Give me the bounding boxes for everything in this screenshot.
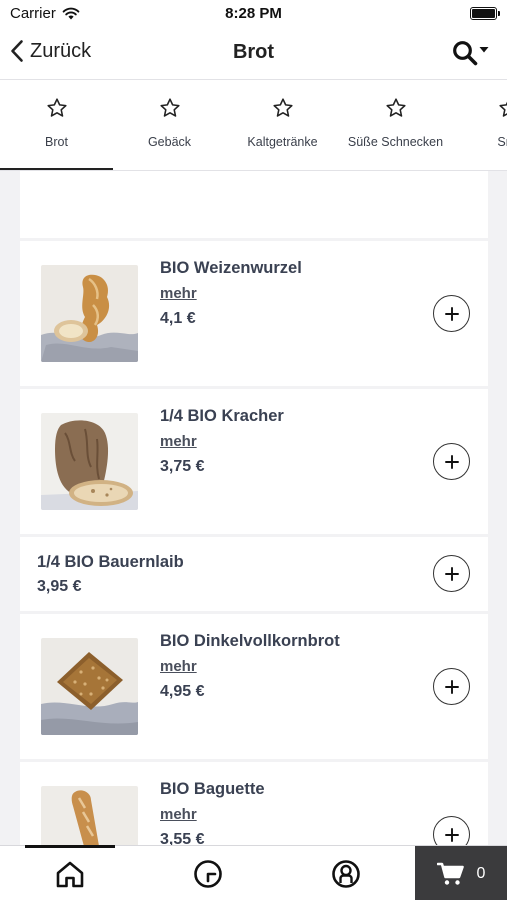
battery-icon [470,7,500,20]
navigation-bar: Zurück Brot [0,28,507,80]
profile-tab[interactable] [302,846,390,900]
home-tab[interactable] [26,846,114,900]
cart-count: 0 [476,864,486,882]
plus-icon [444,827,459,842]
star-outline-icon [159,98,180,117]
tab-label: Kaltgetränke [247,135,318,149]
bottom-tab-bar: 0 [0,845,507,900]
product-card[interactable]: BIO Baguette mehr 3,55 € [20,762,488,846]
product-name: 1/4 BIO Bauernlaib [37,553,184,571]
add-to-cart-button[interactable] [433,443,470,480]
page-title: Brot [232,41,275,63]
category-tabs: Brot Gebäck Kaltgetränke Süße Schnecken … [0,80,507,171]
product-price: 3,55 € [160,831,205,846]
tab-label: Süße Schnecken [347,135,444,149]
tab-kaltgetraenke[interactable]: Kaltgetränke [226,80,339,170]
kracher-bread-image [41,413,138,510]
tab-snacks[interactable]: Sna [452,80,507,170]
product-price: 3,75 € [160,458,205,475]
status-time: 8:28 PM [225,5,282,22]
star-outline-icon [498,100,507,117]
cart-icon [436,862,464,885]
home-icon [56,861,84,887]
add-to-cart-button[interactable] [433,555,470,592]
product-image [41,265,138,362]
dinkel-bread-image [41,638,138,735]
product-image [41,413,138,510]
product-card[interactable]: BIO Dinkelvollkornbrot mehr 4,95 € [20,614,488,759]
product-card[interactable]: BIO Weizenwurzel mehr 4,1 € [20,241,488,386]
baguette-bread-image [41,786,138,846]
add-to-cart-button[interactable] [433,816,470,846]
tab-label: Gebäck [147,135,192,149]
profile-icon [332,859,360,888]
add-to-cart-button[interactable] [433,295,470,332]
more-link[interactable]: mehr [160,285,197,302]
product-price: 4,1 € [160,310,196,327]
more-link[interactable]: mehr [160,658,197,675]
caret-down-icon [479,47,489,53]
weizenwurzel-bread-image [41,265,138,362]
clock-icon [194,859,222,888]
tab-label: Sna [497,135,507,149]
plus-icon [444,679,459,694]
add-to-cart-button[interactable] [433,668,470,705]
tab-gebaeck[interactable]: Gebäck [113,80,226,170]
more-link[interactable]: mehr [160,433,197,450]
product-name: BIO Weizenwurzel [160,259,302,277]
tab-label: Brot [45,135,68,149]
plus-icon [444,306,459,321]
product-name: BIO Dinkelvollkornbrot [160,632,340,650]
product-price: 4,95 € [160,683,205,700]
plus-icon [444,454,459,469]
product-price: 3,95 € [37,578,82,595]
product-card[interactable]: 1/4 BIO Bauernlaib 3,95 € [20,537,488,611]
cart-button[interactable]: 0 [415,846,507,900]
search-button[interactable] [452,40,489,66]
history-tab[interactable] [164,846,252,900]
product-list[interactable]: BIO Weizenwurzel mehr 4,1 € 1/4 BIO Krac… [0,171,507,846]
product-card[interactable]: 1/4 BIO Kracher mehr 3,75 € [20,389,488,534]
star-outline-icon [46,98,67,117]
product-name: BIO Baguette [160,780,265,798]
star-outline-icon [385,98,406,117]
status-bar: Carrier 8:28 PM [0,0,507,28]
category-header-card [20,171,488,238]
product-name: 1/4 BIO Kracher [160,407,284,425]
product-image [41,638,138,735]
tab-brot[interactable]: Brot [0,80,113,170]
plus-icon [444,566,459,581]
more-link[interactable]: mehr [160,806,197,823]
tab-suesse-schnecken[interactable]: Süße Schnecken [339,80,452,170]
product-image [41,786,138,846]
search-icon [453,41,478,66]
star-outline-icon [272,98,293,117]
